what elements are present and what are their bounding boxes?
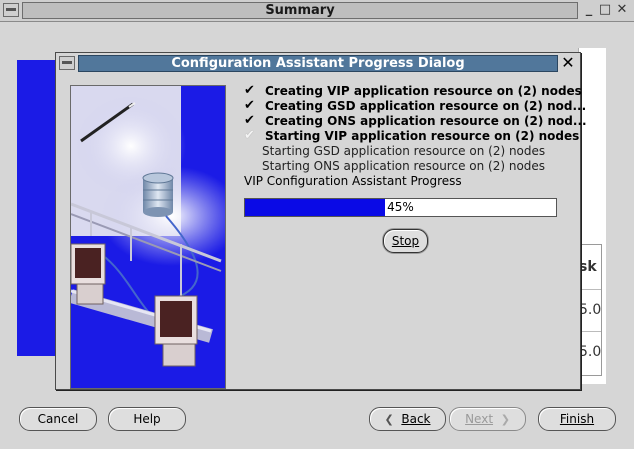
task-label: Creating ONS application resource on (2)… — [265, 114, 587, 128]
cancel-button[interactable]: Cancel — [19, 407, 97, 431]
back-button[interactable]: ❮ Back — [369, 407, 446, 431]
network-servers-illustration — [71, 86, 225, 388]
close-icon[interactable]: ✕ — [614, 1, 630, 18]
minimize-icon[interactable]: _ — [581, 1, 597, 18]
dialog-titlebar[interactable]: Configuration Assistant Progress Dialog … — [56, 53, 580, 73]
table-header-cell: sk — [579, 259, 597, 275]
progress-label: VIP Configuration Assistant Progress — [244, 174, 462, 188]
progress-dialog: Configuration Assistant Progress Dialog … — [55, 52, 587, 390]
stop-button-label: Stop — [391, 234, 420, 248]
outer-window-title: Summary — [265, 3, 335, 18]
chevron-left-icon: ❮ — [384, 413, 394, 426]
next-button-label: Next — [465, 412, 494, 426]
outer-window-title-track[interactable]: Summary — [22, 2, 578, 19]
cancel-button-label: Cancel — [37, 412, 79, 426]
window-menu-icon[interactable] — [3, 3, 19, 17]
maximize-icon[interactable]: □ — [597, 1, 613, 18]
finish-button-label: Finish — [559, 412, 595, 426]
checkmark-icon: ✔ — [244, 83, 255, 98]
checkmark-icon: ✔ — [244, 128, 255, 143]
checkmark-icon: ✔ — [244, 98, 255, 113]
task-label: Creating GSD application resource on (2)… — [265, 99, 587, 113]
table-cell: 5.0 — [579, 289, 601, 330]
task-label: Starting ONS application resource on (2)… — [262, 159, 546, 173]
task-label: Starting GSD application resource on (2)… — [262, 144, 546, 158]
task-label: Starting VIP application resource on (2)… — [265, 129, 580, 143]
outer-window-titlebar[interactable]: Summary _ □ ✕ — [0, 0, 634, 22]
next-button[interactable]: Next ❯ — [449, 407, 526, 431]
configuration-illustration — [70, 85, 226, 389]
progress-percent-text: 45% — [387, 200, 414, 214]
table-cell: 5.0 — [579, 331, 601, 372]
stop-button[interactable]: Stop — [383, 229, 428, 253]
dialog-close-icon[interactable]: ✕ — [559, 53, 577, 72]
background-summary-table: sk 5.0 5.0 — [578, 244, 602, 376]
dialog-title-track[interactable]: Configuration Assistant Progress Dialog — [78, 55, 558, 72]
help-button-label: Help — [133, 412, 161, 426]
finish-button[interactable]: Finish — [538, 407, 616, 431]
dialog-title: Configuration Assistant Progress Dialog — [171, 56, 465, 71]
back-button-label: Back — [401, 412, 431, 426]
help-button[interactable]: Help — [108, 407, 186, 431]
task-label: Creating VIP application resource on (2)… — [265, 84, 582, 98]
chevron-right-icon: ❯ — [500, 413, 510, 426]
checkmark-icon: ✔ — [244, 113, 255, 128]
progress-bar: 45% — [244, 198, 557, 217]
background-banner-graphic — [17, 60, 55, 356]
dialog-window-menu-icon[interactable] — [59, 56, 75, 70]
